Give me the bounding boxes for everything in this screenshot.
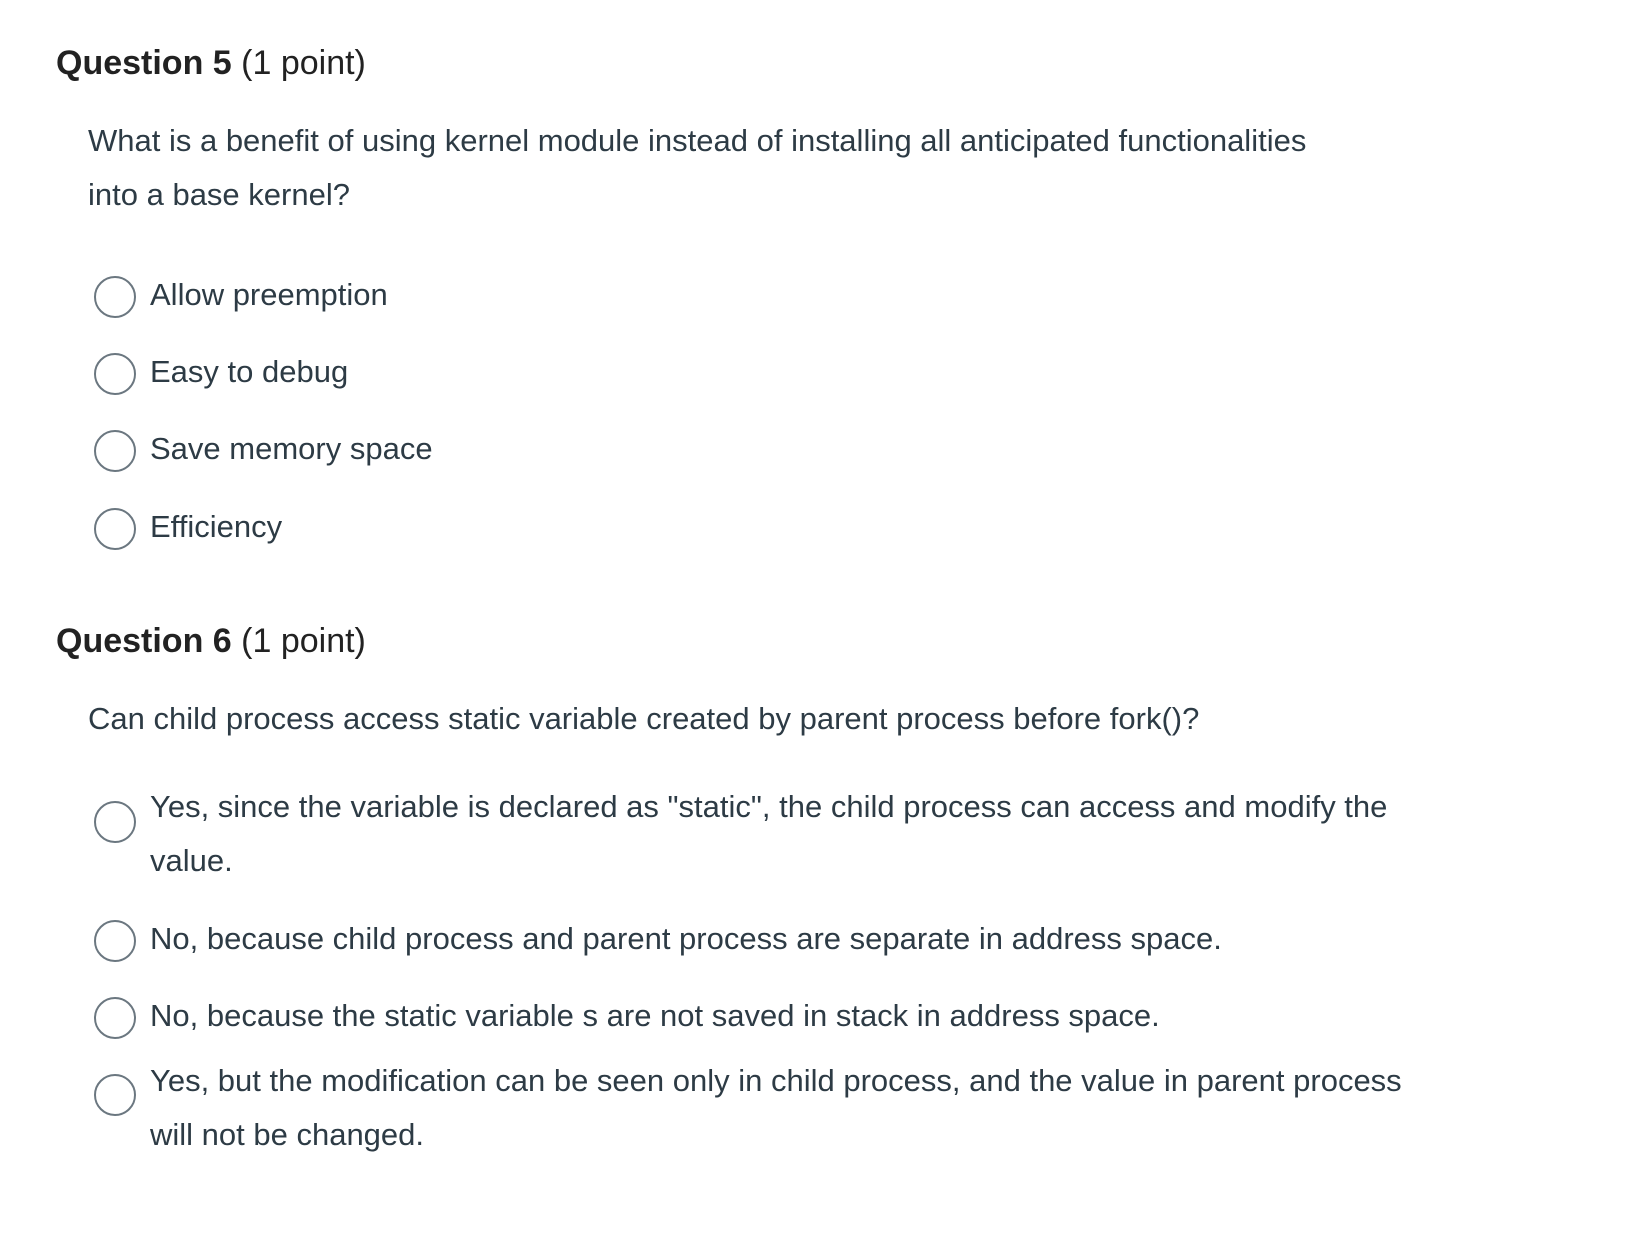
q6-option-4[interactable]: Yes, but the modification can be seen on…: [94, 1054, 1450, 1162]
q5-option-2[interactable]: Easy to debug: [94, 345, 1450, 399]
q6-option-1[interactable]: Yes, since the variable is declared as "…: [94, 780, 1450, 888]
question-5-text: What is a benefit of using kernel module…: [88, 123, 1307, 212]
radio-button[interactable]: [94, 801, 136, 843]
option-label: Efficiency: [150, 509, 283, 544]
option-label: No, because child process and parent pro…: [150, 921, 1222, 956]
option-label: Save memory space: [150, 431, 433, 466]
option-label: Easy to debug: [150, 354, 349, 389]
radio-button[interactable]: [94, 997, 136, 1039]
option-label: No, because the static variable s are no…: [150, 998, 1160, 1033]
question-title: Question 5: [56, 44, 232, 82]
q6-option-2[interactable]: No, because child process and parent pro…: [94, 912, 1450, 966]
question-6-text: Can child process access static variable…: [88, 701, 1200, 736]
question-points: (1 point): [241, 44, 366, 82]
question-points: (1 point): [241, 622, 366, 660]
radio-button[interactable]: [94, 430, 136, 472]
radio-button[interactable]: [94, 508, 136, 550]
q5-option-4[interactable]: Efficiency: [94, 500, 1450, 554]
question-5-heading: Question 5 (1 point): [56, 44, 366, 83]
q5-option-3[interactable]: Save memory space: [94, 422, 1450, 476]
radio-button[interactable]: [94, 353, 136, 395]
question-title: Question 6: [56, 622, 232, 660]
radio-button[interactable]: [94, 920, 136, 962]
radio-button[interactable]: [94, 1074, 136, 1116]
option-label: Allow preemption: [150, 277, 388, 312]
radio-button[interactable]: [94, 276, 136, 318]
q5-option-1[interactable]: Allow preemption: [94, 268, 1450, 322]
question-6-heading: Question 6 (1 point): [56, 622, 366, 661]
option-label: Yes, since the variable is declared as "…: [150, 789, 1388, 878]
option-label: Yes, but the modification can be seen on…: [150, 1063, 1402, 1152]
q6-option-3[interactable]: No, because the static variable s are no…: [94, 989, 1450, 1043]
